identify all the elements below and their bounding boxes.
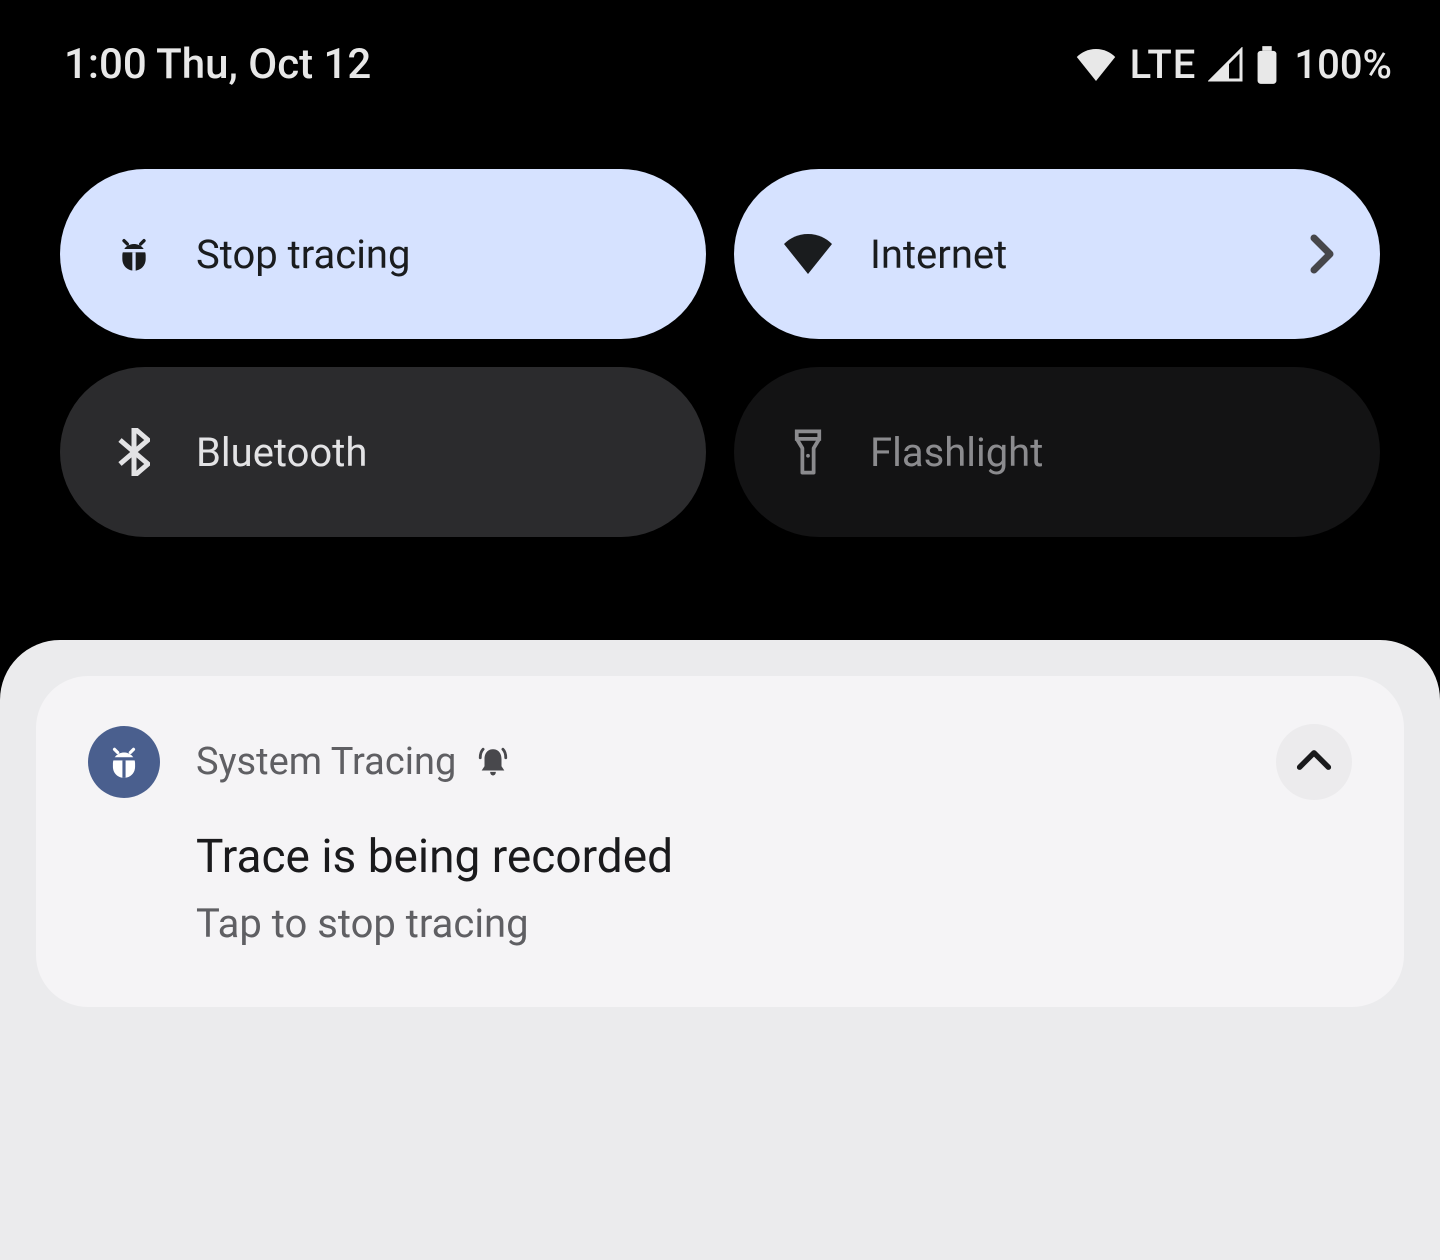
- chevron-right-icon[interactable]: [1310, 234, 1334, 274]
- battery-percentage: 100%: [1294, 41, 1392, 88]
- chevron-up-icon: [1296, 749, 1332, 775]
- battery-icon: [1256, 46, 1278, 84]
- wifi-icon: [784, 230, 832, 278]
- quick-settings-tiles: Stop tracing Internet Bluetooth: [0, 129, 1440, 597]
- cellular-signal-icon: [1208, 47, 1244, 83]
- notification-text: Tap to stop tracing: [196, 900, 1352, 947]
- status-time-date: 1:00 Thu, Oct 12: [64, 40, 371, 89]
- bluetooth-label: Bluetooth: [196, 429, 367, 476]
- notification-app-icon: [88, 726, 160, 798]
- notification-title: Trace is being recorded: [196, 830, 1352, 884]
- notification-body: Trace is being recorded Tap to stop trac…: [196, 830, 1352, 947]
- internet-label: Internet: [870, 231, 1007, 278]
- internet-tile[interactable]: Internet: [734, 169, 1380, 339]
- lte-label: LTE: [1130, 41, 1197, 88]
- status-indicators: LTE 100%: [1076, 41, 1392, 88]
- stop-tracing-label: Stop tracing: [196, 231, 410, 278]
- wifi-icon: [1076, 49, 1116, 81]
- bluetooth-tile[interactable]: Bluetooth: [60, 367, 706, 537]
- notification-header: System Tracing: [88, 726, 1352, 798]
- flashlight-icon: [784, 428, 832, 476]
- bell-icon: [476, 745, 510, 779]
- collapse-button[interactable]: [1276, 724, 1352, 800]
- notification-shade: System Tracing Trace is being recorded T…: [0, 640, 1440, 1260]
- flashlight-label: Flashlight: [870, 429, 1043, 476]
- stop-tracing-tile[interactable]: Stop tracing: [60, 169, 706, 339]
- flashlight-tile[interactable]: Flashlight: [734, 367, 1380, 537]
- bluetooth-icon: [110, 428, 158, 476]
- notification-app-name: System Tracing: [196, 740, 456, 784]
- notification-card[interactable]: System Tracing Trace is being recorded T…: [36, 676, 1404, 1007]
- status-bar: 1:00 Thu, Oct 12 LTE 100%: [0, 0, 1440, 129]
- bug-icon: [110, 230, 158, 278]
